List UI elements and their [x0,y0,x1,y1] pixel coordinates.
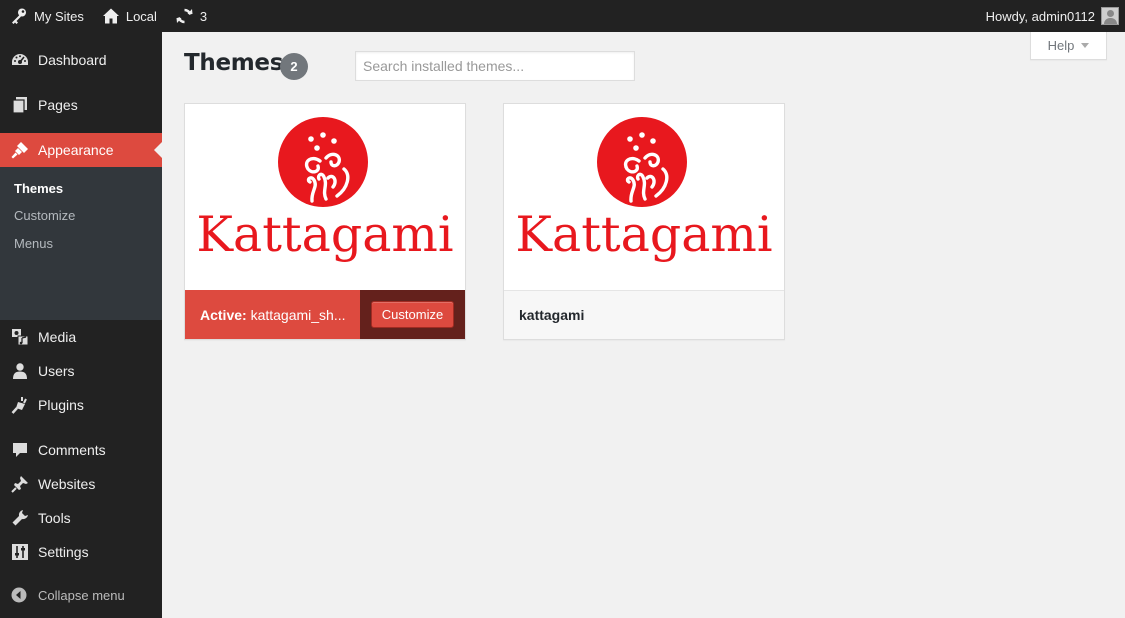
dashboard-icon [0,51,38,69]
updates-count: 3 [199,8,208,24]
sidebar-item-plugins[interactable]: Plugins [0,388,162,422]
pages-icon [0,96,38,114]
theme-name: kattagami [504,290,784,339]
submenu-item-menus[interactable]: Menus [14,236,53,251]
theme-actions: Customize [360,290,465,339]
sidebar-item-label: Users [38,363,75,379]
sidebar-item-websites[interactable]: Websites [0,467,162,501]
sidebar-item-pages[interactable]: Pages [0,88,162,122]
theme-card-active[interactable]: Kattagami Active: kattagami_sh... Custom… [184,103,466,340]
sidebar-item-settings[interactable]: Settings [0,535,162,569]
key-icon [12,8,26,24]
search-themes-input[interactable] [355,51,635,81]
my-sites-label: My Sites [34,8,84,24]
sidebar-item-label: Websites [38,476,96,492]
plugins-icon [0,396,38,414]
appearance-submenu: Themes Customize Menus [0,167,162,320]
submenu-item-customize[interactable]: Customize [14,208,75,223]
help-label: Help [1047,38,1075,53]
wrench-icon [0,509,38,527]
settings-icon [0,543,38,561]
media-icon [0,328,38,346]
kattagami-logo-icon [278,117,368,207]
appearance-icon [0,141,38,159]
collapse-menu-label: Collapse menu [38,587,125,603]
sidebar-item-label: Dashboard [38,52,107,68]
updates-link[interactable]: 3 [165,0,215,32]
admin-bar: My Sites Local 3 Howdy, admin0112 [0,0,1125,32]
active-prefix: Active: [200,306,247,323]
theme-screenshot[interactable]: Kattagami [504,104,784,274]
collapse-arrow-icon [0,587,38,603]
theme-count-badge: 2 [280,53,308,80]
account-menu[interactable]: Howdy, admin0112 [986,0,1125,32]
greeting-text: Howdy, admin0112 [985,8,1095,24]
sidebar-item-dashboard[interactable]: Dashboard [0,43,162,77]
sidebar-item-users[interactable]: Users [0,354,162,388]
sidebar-item-tools[interactable]: Tools [0,501,162,535]
sidebar-item-label: Pages [38,97,78,113]
collapse-menu-button[interactable]: Collapse menu [0,580,125,610]
help-tab-button[interactable]: Help [1030,32,1107,60]
sidebar-item-comments[interactable]: Comments [0,433,162,467]
sidebar-item-label: Media [38,329,77,345]
theme-screenshot[interactable]: Kattagami [185,104,465,274]
my-sites-link[interactable]: My Sites [0,0,92,32]
home-icon [102,8,119,24]
kattagami-logo-icon [597,117,687,207]
sidebar-item-label: Comments [38,442,106,458]
page-title: Themes [184,50,284,76]
sidebar-item-appearance[interactable]: Appearance [0,133,162,167]
sidebar-item-label: Tools [38,510,71,526]
sidebar-item-media[interactable]: Media [0,320,162,354]
site-name-label: Local [125,8,157,24]
pin-icon [0,475,38,493]
caret-down-icon [1081,43,1090,48]
theme-name: Active: kattagami_sh... [185,307,360,323]
customize-button[interactable]: Customize [370,301,455,328]
active-theme-bar: Active: kattagami_sh... Customize [185,290,465,339]
submenu-item-themes[interactable]: Themes [14,181,63,196]
comments-icon [0,441,38,459]
users-icon [0,362,38,380]
theme-logo-text: Kattagami [196,206,454,263]
avatar [1101,7,1119,25]
sidebar-item-label: Plugins [38,397,84,413]
active-theme-name: kattagami_sh... [250,306,346,323]
refresh-icon [176,8,193,24]
sidebar-item-label: Settings [38,544,89,560]
theme-logo-text: Kattagami [515,206,773,263]
sidebar-item-label: Appearance [38,142,114,158]
theme-card[interactable]: Kattagami kattagami [503,103,785,340]
admin-sidebar: Dashboard Pages Appearance Themes Custom… [0,32,162,618]
site-name-link[interactable]: Local [92,0,165,32]
